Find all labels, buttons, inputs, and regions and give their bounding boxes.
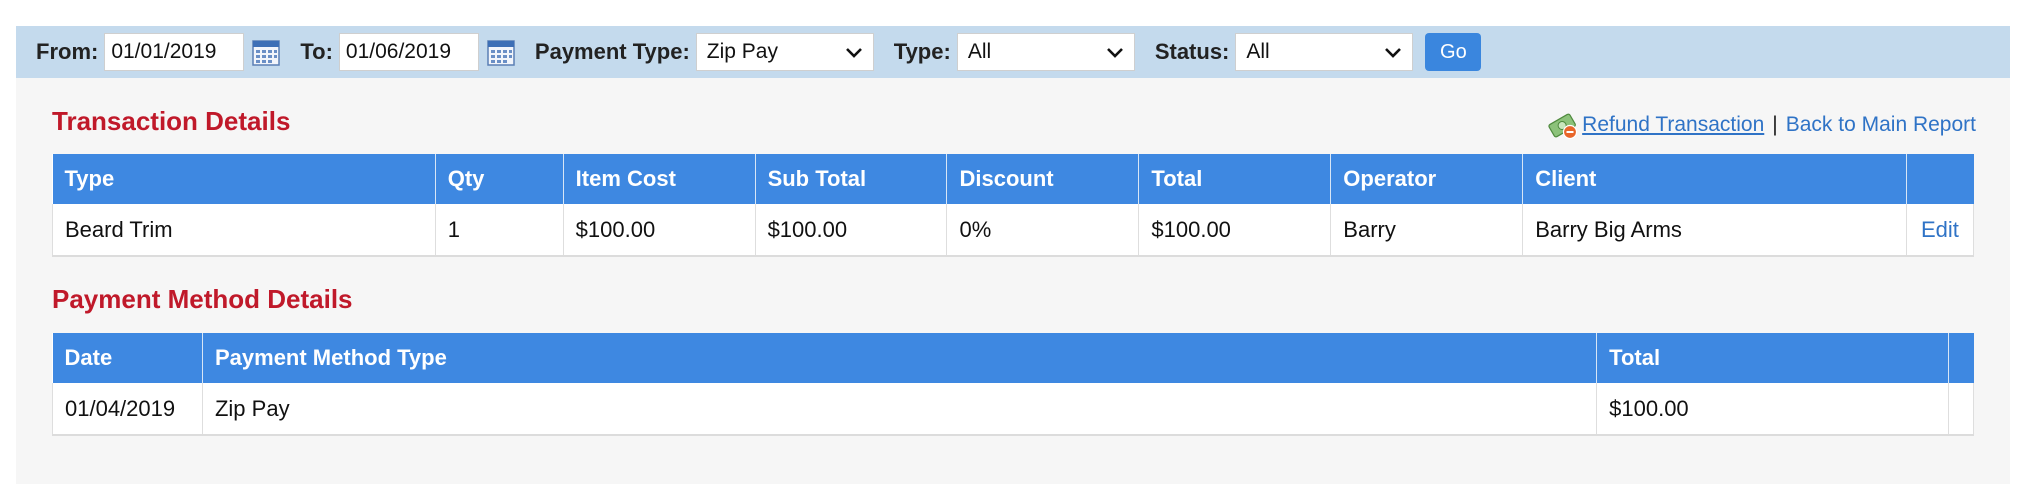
transaction-table: Type Qty Item Cost Sub Total Discount To…: [52, 154, 1975, 257]
status-value: All: [1246, 40, 1270, 63]
table-row: 01/04/2019 Zip Pay $100.00: [52, 383, 1975, 436]
from-date-input[interactable]: [104, 33, 245, 71]
edit-link[interactable]: Edit: [1921, 217, 1959, 242]
cell-sub-total: $100.00: [754, 204, 947, 257]
filter-bar: From: To: Payment Type: Zip Pay: [16, 26, 2010, 78]
chevron-down-icon: [845, 48, 862, 58]
col-payment-total-header: Total: [1596, 333, 1949, 383]
payment-method-table: Date Payment Method Type Total 01/04/201…: [52, 333, 1975, 436]
cell-total: $100.00: [1138, 204, 1331, 257]
col-sub-total-header: Sub Total: [754, 154, 947, 204]
type-value: All: [967, 40, 992, 63]
cell-client: Barry Big Arms: [1522, 204, 1907, 257]
chevron-down-icon: [1106, 48, 1123, 58]
cell-discount: 0%: [946, 204, 1139, 257]
cell-item-cost: $100.00: [562, 204, 756, 257]
status-label: Status:: [1154, 39, 1230, 64]
col-payment-method-type-header: Payment Method Type: [201, 333, 1597, 383]
report-links: Refund Transaction | Back to Main Report: [1548, 110, 1976, 140]
type-select[interactable]: All: [956, 33, 1135, 71]
cell-actions: Edit: [1905, 204, 1975, 257]
cell-date: 01/04/2019: [52, 383, 203, 436]
refund-transaction-link[interactable]: Refund Transaction: [1582, 113, 1764, 137]
to-label: To:: [300, 39, 333, 64]
col-total-header: Total: [1138, 154, 1331, 204]
calendar-icon[interactable]: [487, 38, 515, 66]
table-row: Beard Trim 1 $100.00 $100.00 0% $100.00 …: [52, 204, 1975, 257]
from-label: From:: [36, 39, 99, 64]
back-to-main-report-link[interactable]: Back to Main Report: [1786, 113, 1976, 137]
link-separator: |: [1772, 113, 1778, 136]
cell-payment-extra: [1947, 383, 1975, 436]
transaction-header-row: Type Qty Item Cost Sub Total Discount To…: [52, 154, 1974, 204]
col-item-cost-header: Item Cost: [562, 154, 756, 204]
payment-type-label: Payment Type:: [534, 39, 690, 64]
cell-qty: 1: [434, 204, 564, 257]
transaction-details-title: Transaction Details: [52, 106, 291, 136]
col-client-header: Client: [1522, 154, 1907, 204]
go-button[interactable]: Go: [1425, 33, 1482, 71]
col-type-header: Type: [52, 154, 436, 204]
payment-method-details-title: Payment Method Details: [52, 284, 353, 314]
cell-payment-method-type: Zip Pay: [201, 383, 1597, 436]
cell-operator: Barry: [1330, 204, 1523, 257]
col-qty-header: Qty: [434, 154, 564, 204]
type-label: Type:: [893, 39, 951, 64]
report-frame: From: To: Payment Type: Zip Pay: [16, 26, 2010, 484]
to-date-input[interactable]: [338, 33, 479, 71]
refund-money-icon: [1548, 113, 1578, 140]
status-select[interactable]: All: [1235, 33, 1414, 71]
payment-type-value: Zip Pay: [706, 40, 778, 63]
payment-type-select[interactable]: Zip Pay: [695, 33, 874, 71]
col-operator-header: Operator: [1330, 154, 1523, 204]
payment-header-row: Date Payment Method Type Total: [52, 333, 1974, 383]
calendar-icon[interactable]: [252, 38, 281, 66]
chevron-down-icon: [1385, 48, 1402, 58]
col-payment-extra-header: [1947, 333, 1974, 383]
col-discount-header: Discount: [946, 154, 1139, 204]
cell-payment-total: $100.00: [1596, 383, 1949, 436]
cell-type: Beard Trim: [52, 204, 436, 257]
col-date-header: Date: [52, 333, 203, 383]
col-actions-header: [1905, 154, 1974, 204]
